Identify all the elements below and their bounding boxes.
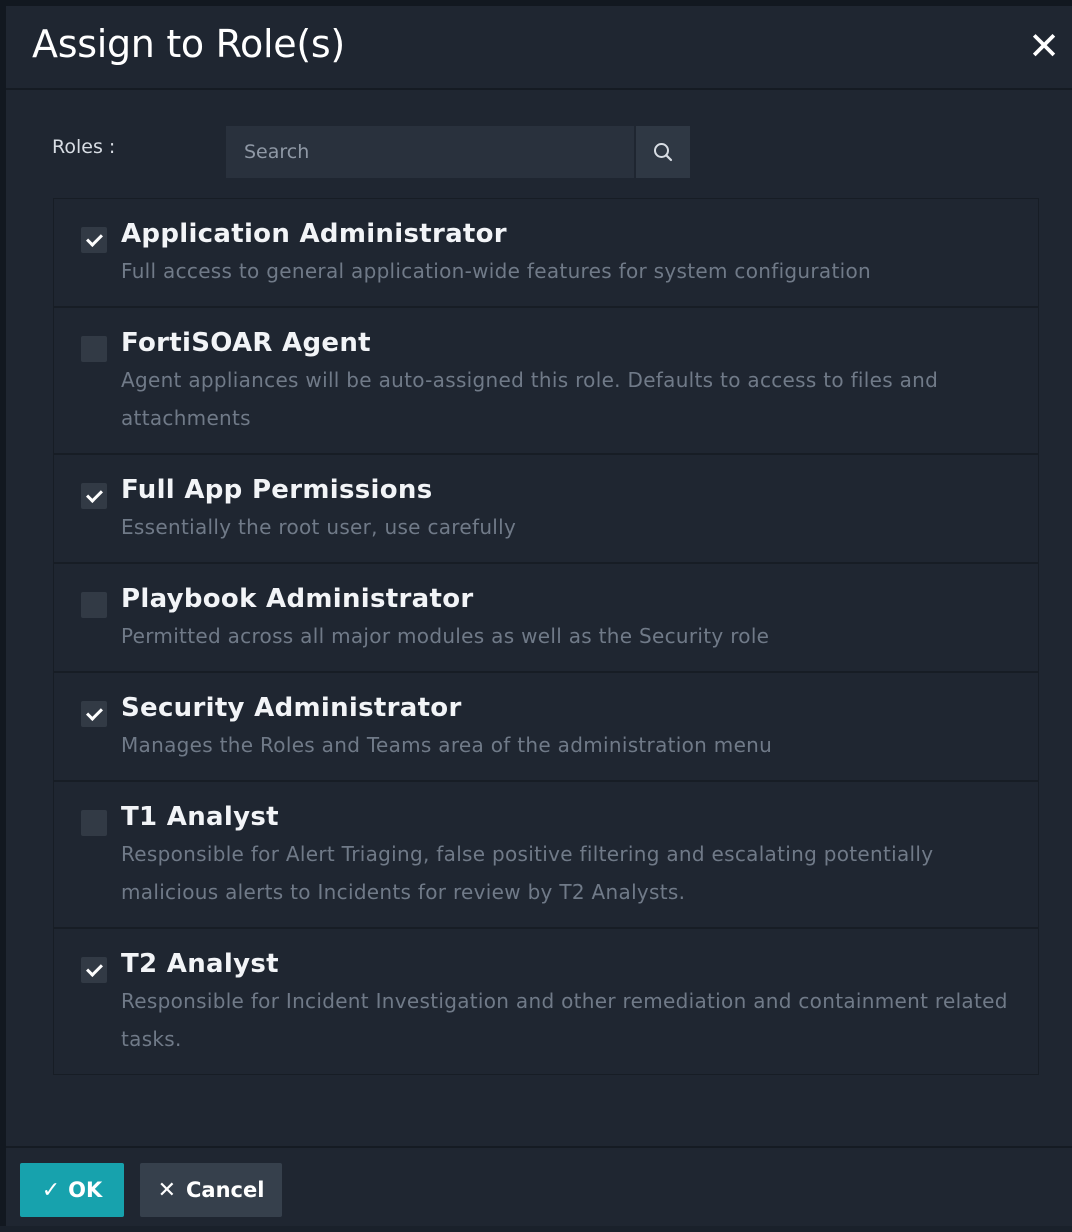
role-name: Application Administrator xyxy=(121,219,507,249)
role-item[interactable]: Security Administrator Manages the Roles … xyxy=(54,673,1038,782)
close-icon[interactable]: ✕ xyxy=(1024,24,1064,68)
role-item[interactable]: Full App Permissions Essentially the root… xyxy=(54,455,1038,564)
roles-search xyxy=(226,126,690,178)
dialog-title: Assign to Role(s) xyxy=(32,22,345,66)
cancel-label: Cancel xyxy=(186,1178,265,1202)
role-name: T2 Analyst xyxy=(121,949,279,979)
assign-roles-dialog: Assign to Role(s) ✕ Roles : Application … xyxy=(0,0,1072,1226)
role-checkbox[interactable] xyxy=(81,483,107,509)
role-name: Security Administrator xyxy=(121,693,462,723)
role-name: T1 Analyst xyxy=(121,802,279,832)
search-button[interactable] xyxy=(634,126,690,178)
role-checkbox[interactable] xyxy=(81,701,107,727)
role-checkbox[interactable] xyxy=(81,592,107,618)
role-checkbox[interactable] xyxy=(81,227,107,253)
role-checkbox[interactable] xyxy=(81,810,107,836)
x-icon: ✕ xyxy=(157,1177,176,1203)
roles-search-input[interactable] xyxy=(226,126,634,178)
role-description: Full access to general application-wide … xyxy=(121,259,871,283)
role-description: Agent appliances will be auto-assigned t… xyxy=(121,368,939,430)
ok-label: OK xyxy=(68,1178,103,1202)
role-name: FortiSOAR Agent xyxy=(121,328,371,358)
ok-button[interactable]: ✓ OK xyxy=(20,1163,124,1217)
role-name: Full App Permissions xyxy=(121,475,433,505)
role-description: Responsible for Alert Triaging, false po… xyxy=(121,842,934,904)
search-icon xyxy=(654,143,673,162)
role-description: Manages the Roles and Teams area of the … xyxy=(121,733,773,757)
role-checkbox[interactable] xyxy=(81,957,107,983)
dialog-footer: ✓ OK ✕ Cancel xyxy=(6,1146,1072,1232)
dialog-header: Assign to Role(s) ✕ xyxy=(6,6,1072,90)
role-description: Responsible for Incident Investigation a… xyxy=(121,989,1008,1051)
check-icon: ✓ xyxy=(41,1177,61,1203)
role-name: Playbook Administrator xyxy=(121,584,474,614)
role-item[interactable]: FortiSOAR Agent Agent appliances will be … xyxy=(54,308,1038,455)
role-description: Permitted across all major modules as we… xyxy=(121,624,770,648)
role-checkbox[interactable] xyxy=(81,336,107,362)
role-item[interactable]: Application Administrator Full access to … xyxy=(54,199,1038,308)
role-item[interactable]: Playbook Administrator Permitted across a… xyxy=(54,564,1038,673)
roles-list: Application Administrator Full access to … xyxy=(53,198,1039,1075)
role-description: Essentially the root user, use carefully xyxy=(121,515,517,539)
role-item[interactable]: T2 Analyst Responsible for Incident Inves… xyxy=(54,929,1038,1074)
role-item[interactable]: T1 Analyst Responsible for Alert Triaging… xyxy=(54,782,1038,929)
roles-label: Roles : xyxy=(52,136,116,158)
cancel-button[interactable]: ✕ Cancel xyxy=(140,1163,282,1217)
